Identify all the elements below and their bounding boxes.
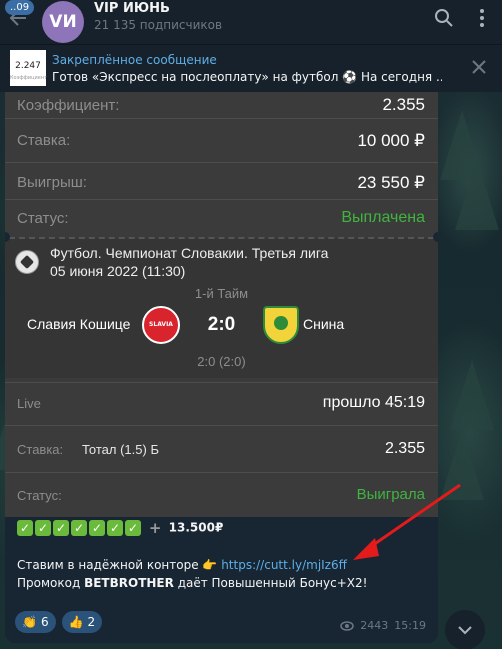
- result-label: Статус:: [17, 488, 62, 503]
- clap-icon: 👏: [22, 615, 37, 629]
- promo-link[interactable]: https://cutt.ly/mjIz6ff: [221, 558, 347, 572]
- status-value: Выплачена: [341, 209, 425, 226]
- close-icon[interactable]: [470, 58, 488, 76]
- match-block: Футбол. Чемпионат Словакии. Третья лига …: [5, 238, 438, 378]
- away-team: Снина: [303, 316, 345, 332]
- check-icon: ✓: [125, 520, 141, 536]
- reaction-count: 6: [40, 615, 49, 629]
- match-title: Футбол. Чемпионат Словакии. Третья лига …: [50, 244, 328, 280]
- dashed-separator: [9, 237, 434, 239]
- check-icon: ✓: [35, 520, 51, 536]
- match-score: 2:0: [207, 314, 236, 335]
- divider: [5, 472, 438, 473]
- scroll-down-button[interactable]: [445, 610, 485, 649]
- view-count: 2443: [360, 619, 389, 632]
- red-arrow-annotation: [353, 483, 461, 560]
- pinned-thumbnail: 2.247 Коэффициент: [10, 50, 48, 86]
- period-label: 1-й Тайм: [194, 286, 249, 301]
- background-tree: [450, 360, 494, 430]
- message-meta: 2443 15:19: [340, 619, 426, 632]
- promo-text: Ставим в надёжной конторе 👉: [17, 558, 218, 572]
- background-tree: [455, 160, 499, 230]
- divider: [5, 425, 438, 426]
- avatar[interactable]: VИ: [42, 1, 84, 43]
- status-row: Статус: Выплачена: [5, 200, 438, 240]
- stake-label: Ставка:: [17, 132, 71, 149]
- pinned-thumb-caption: Коэффициент: [10, 75, 48, 81]
- plus-icon: +: [148, 519, 162, 537]
- promo-line-2: Промокод BETBROTHER даёт Повышенный Бону…: [17, 576, 367, 590]
- match-league: Футбол. Чемпионат Словакии. Третья лига: [50, 245, 329, 261]
- reaction-clap[interactable]: 👏 6: [15, 611, 56, 633]
- chat-title[interactable]: VIP ИЮНЬ: [94, 1, 170, 16]
- live-row: Live прошло 45:19: [5, 386, 438, 426]
- market-label: Ставка:: [17, 442, 64, 457]
- pinned-message-bar[interactable]: 2.247 Коэффициент Закреплённое сообщение…: [0, 44, 502, 92]
- win-value: 23 550 ₽: [357, 173, 425, 192]
- promo-suffix: даёт Повышенный Бонус+Х2!: [173, 576, 368, 590]
- check-icon: ✓: [53, 520, 69, 536]
- subscriber-count: 21 135 подписчиков: [94, 18, 223, 32]
- chevron-down-icon: [458, 626, 472, 635]
- live-value: прошло 45:19: [322, 394, 425, 411]
- market-row: Ставка: Тотал (1.5) Б 2.355: [5, 430, 438, 470]
- win-label: Выигрыш:: [17, 174, 87, 191]
- half-score: 2:0 (2:0): [197, 354, 246, 369]
- unread-badge: ..09: [5, 0, 35, 15]
- reaction-count: 2: [87, 615, 96, 629]
- check-icon: ✓: [107, 520, 123, 536]
- football-icon: [15, 250, 39, 274]
- divider: [5, 162, 438, 163]
- live-label: Live: [17, 396, 41, 411]
- promo-code: BETBROTHER: [84, 576, 174, 590]
- match-date: 05 июня 2022 (11:30): [50, 263, 186, 279]
- more-menu-icon[interactable]: [470, 6, 494, 30]
- profit-amount: 13.500₽: [168, 520, 224, 535]
- chat-header: ..09 VИ VIP ИЮНЬ 21 135 подписчиков: [0, 0, 502, 44]
- eye-icon: [340, 620, 355, 631]
- check-icon: ✓: [17, 520, 33, 536]
- promo-prefix: Промокод: [17, 576, 85, 590]
- check-icon: ✓: [89, 520, 105, 536]
- thumbs-up-icon: 👍: [68, 615, 84, 629]
- status-label: Статус:: [17, 210, 69, 227]
- coef-label: Коэффициент:: [17, 97, 120, 114]
- promo-line-1: Ставим в надёжной конторе 👉 https://cutt…: [17, 558, 347, 572]
- divider: [5, 118, 438, 119]
- pinned-text: Готов «Экспресс на послеоплату» на футбо…: [52, 70, 442, 84]
- stake-value: 10 000 ₽: [357, 131, 425, 150]
- win-row: Выигрыш: 23 550 ₽: [5, 164, 438, 204]
- stake-row: Ставка: 10 000 ₽: [5, 122, 438, 162]
- reactions-bar: 👏 6 👍 2: [15, 611, 103, 633]
- reaction-thumbs-up[interactable]: 👍 2: [61, 611, 103, 633]
- result-summary: ✓ ✓ ✓ ✓ ✓ ✓ ✓ + 13.500₽: [17, 520, 223, 536]
- search-icon[interactable]: [432, 6, 456, 30]
- pinned-title: Закреплённое сообщение: [52, 53, 217, 67]
- bet-screenshot: Коэффициент: 2.355 Ставка: 10 000 ₽ Выиг…: [5, 92, 438, 517]
- market-coef: 2.355: [384, 440, 425, 457]
- message-time: 15:19: [394, 619, 426, 632]
- pinned-thumb-value: 2.247: [15, 61, 41, 71]
- ticket-notch: [433, 232, 438, 242]
- coef-value: 2.355: [382, 95, 425, 114]
- market-name: Тотал (1.5) Б: [82, 442, 159, 457]
- check-icon: ✓: [71, 520, 87, 536]
- away-team-logo-icon: [263, 306, 299, 344]
- divider: [5, 382, 438, 383]
